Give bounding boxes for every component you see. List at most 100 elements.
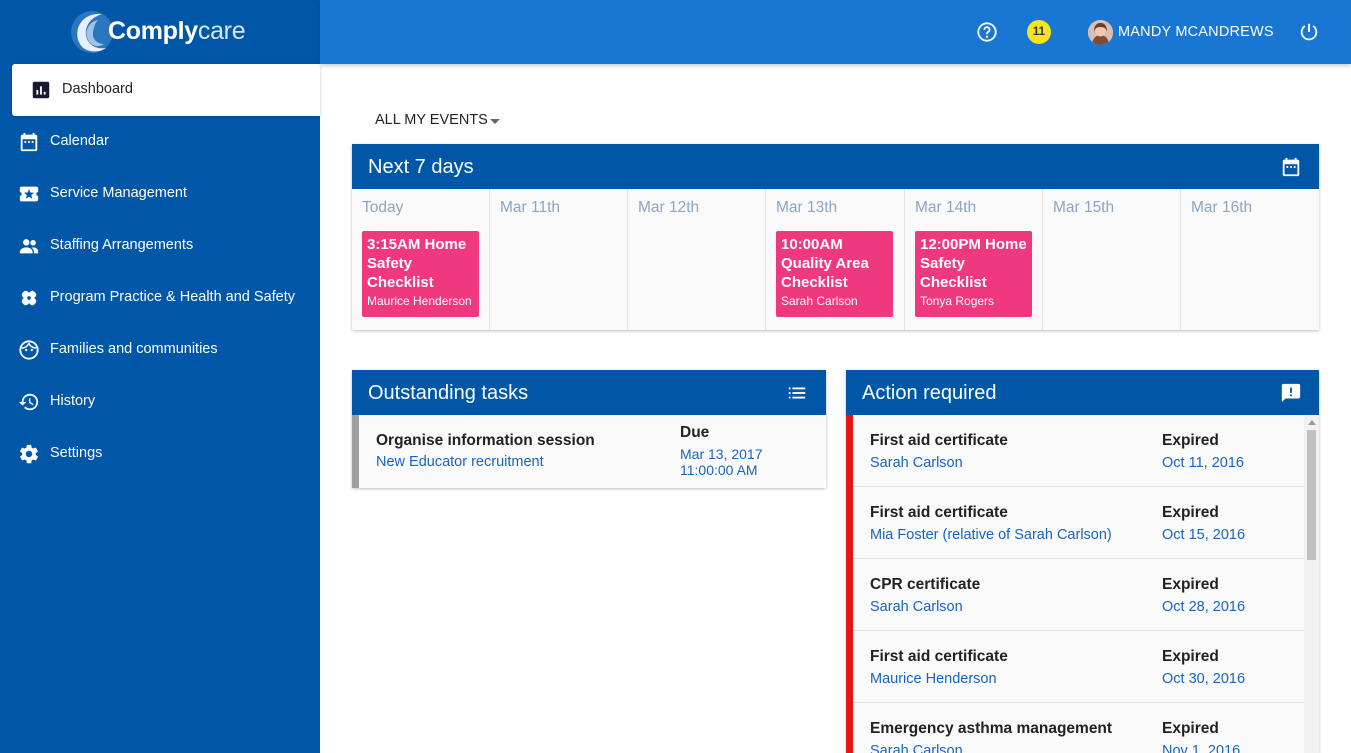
action-date: Oct 30, 2016 [1162,671,1246,687]
day-label: Mar 15th [1053,199,1115,216]
task-due-time: 11:00:00 AM [680,462,758,478]
sidebar: Complycare Dashboard Calendar Service Ma… [0,0,320,753]
day-column: Mar 12th [628,189,766,330]
action-title: First aid certificate [870,648,1008,665]
sidebar-item-label: History [50,393,96,409]
sidebar-item-label: Settings [50,445,103,461]
next-7-days-panel: Next 7 days Today 3:15AM Home Safety Che… [352,144,1319,330]
sidebar-item-label: Families and communities [50,341,218,357]
sidebar-item-calendar[interactable]: Calendar [0,116,320,168]
sidebar-item-settings[interactable]: Settings [0,428,320,480]
event-title: 12:00PM Home Safety Checklist [920,236,1027,291]
day-label: Today [362,199,404,216]
bandage-icon [21,290,37,306]
sidebar-item-families[interactable]: Families and communities [0,324,320,376]
face-icon [19,340,39,360]
event-person: Sarah Carlson [781,294,858,308]
day-column: Mar 14th 12:00PM Home Safety Checklist T… [905,189,1043,330]
sidebar-item-history[interactable]: History [0,376,320,428]
day-column: Mar 13th 10:00AM Quality Area Checklist … [766,189,905,330]
action-title: First aid certificate [870,504,1008,521]
user-name[interactable]: MANDY MCANDREWS [1118,24,1274,40]
day-label: Mar 14th [915,199,977,216]
list-icon[interactable] [786,382,808,404]
action-person[interactable]: Sarah Carlson [870,455,963,471]
event-card[interactable]: 12:00PM Home Safety Checklist Tonya Roge… [915,231,1032,317]
ticket-star-icon [19,186,39,202]
help-icon[interactable] [976,21,998,43]
action-status: Expired [1162,504,1219,521]
action-date: Nov 1, 2016 [1162,743,1241,753]
sidebar-item-staffing[interactable]: Staffing Arrangements [0,220,320,272]
task-due-day: Mar 13, 2017 [680,446,763,462]
avatar[interactable] [1088,20,1113,45]
action-row[interactable]: First aid certificate Mia Foster (relati… [853,487,1304,559]
scroll-up-arrow-icon[interactable] [1308,420,1316,425]
outstanding-tasks-panel: Outstanding tasks Organise information s… [352,370,826,488]
events-filter-dropdown[interactable]: ALL MY EVENTS [375,112,488,128]
calendar-icon[interactable] [1280,156,1302,178]
day-label: Mar 12th [638,199,700,216]
panel-header: Outstanding tasks [352,370,826,415]
event-person: Tonya Rogers [920,294,995,308]
task-due-label: Due [680,424,710,441]
sidebar-item-label: Calendar [50,133,109,149]
day-label: Mar 16th [1191,199,1253,216]
day-column: Today 3:15AM Home Safety Checklist Mauri… [352,189,490,330]
sidebar-item-label: Staffing Arrangements [50,237,194,253]
scrollbar[interactable] [1304,415,1319,753]
brand-name: Complycare [108,17,246,45]
panel-header: Next 7 days [352,144,1319,189]
bar-chart-icon [32,81,50,99]
sidebar-item-label: Dashboard [62,81,133,97]
sidebar-item-dashboard[interactable]: Dashboard [12,64,320,116]
sidebar-item-service-management[interactable]: Service Management [0,168,320,220]
notification-badge[interactable]: 11 [1027,20,1051,44]
panel-title: Next 7 days [368,156,474,178]
event-card[interactable]: 3:15AM Home Safety Checklist Maurice Hen… [362,231,479,317]
scrollbar-thumb[interactable] [1307,430,1316,560]
priority-indicator [846,415,853,753]
task-due-date: Mar 13, 2017 11:00:00 AM [680,446,763,478]
panel-title: Action required [862,382,997,404]
action-title: First aid certificate [870,432,1008,449]
sidebar-item-health-safety[interactable]: Program Practice & Health and Safety [0,272,320,324]
day-column: Mar 11th [490,189,628,330]
action-row[interactable]: CPR certificate Sarah Carlson Expired Oc… [853,559,1304,631]
event-title: 10:00AM Quality Area Checklist [781,236,869,291]
sidebar-item-label: Service Management [50,185,188,201]
history-icon [18,393,39,411]
action-person[interactable]: Maurice Henderson [870,671,997,687]
action-person[interactable]: Sarah Carlson [870,599,963,615]
action-person[interactable]: Sarah Carlson [870,743,963,753]
task-subtitle[interactable]: New Educator recruitment [376,454,544,470]
logo[interactable]: Complycare [0,0,320,64]
task-row[interactable]: Organise information session New Educato… [352,415,826,488]
user-photo-icon [1088,20,1113,45]
action-person[interactable]: Mia Foster (relative of Sarah Carlson) [870,527,1112,543]
power-icon[interactable] [1298,21,1320,43]
action-status: Expired [1162,720,1219,737]
action-row[interactable]: Emergency asthma management Sarah Carlso… [853,703,1304,753]
action-date: Oct 28, 2016 [1162,599,1246,615]
day-label: Mar 11th [500,199,561,216]
action-status: Expired [1162,648,1219,665]
sidebar-item-label: Program Practice & Health and Safety [50,289,296,305]
action-date: Oct 15, 2016 [1162,527,1246,543]
action-row[interactable]: First aid certificate Maurice Henderson … [853,631,1304,703]
task-title: Organise information session [376,432,595,449]
panel-title: Outstanding tasks [368,382,529,404]
action-status: Expired [1162,576,1219,593]
action-required-panel: Action required First aid certificate Sa… [846,370,1319,753]
action-date: Oct 11, 2016 [1162,455,1244,471]
action-status: Expired [1162,432,1219,449]
event-title: 3:15AM Home Safety Checklist [367,236,467,291]
gear-icon [20,444,38,464]
logo-swirl-icon [71,11,112,53]
event-person: Maurice Henderson [367,294,472,308]
action-title: Emergency asthma management [870,720,1113,737]
feedback-icon[interactable] [1280,382,1302,404]
event-card[interactable]: 10:00AM Quality Area Checklist Sarah Car… [776,231,893,317]
action-row[interactable]: First aid certificate Sarah Carlson Expi… [853,415,1304,487]
chevron-down-icon[interactable] [490,119,500,124]
